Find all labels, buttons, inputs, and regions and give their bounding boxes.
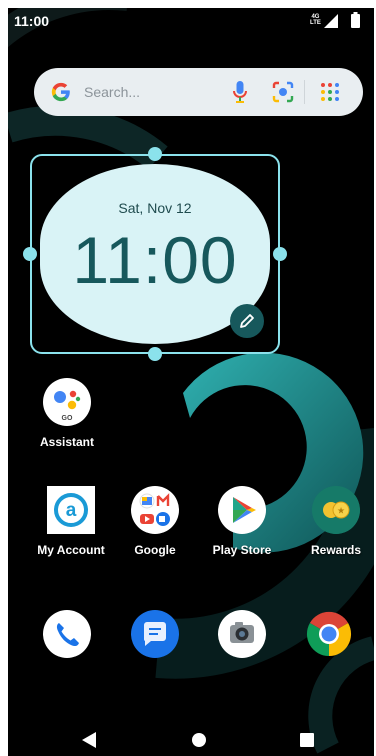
signal-icon [324, 14, 338, 28]
google-folder-icon [131, 486, 179, 534]
app-label: Assistant [39, 435, 95, 449]
dock-camera[interactable] [202, 610, 282, 658]
app-my-account[interactable]: a My Account [31, 486, 111, 557]
home-screen: 11:00 4G LTE Search... Sat, Nov 12 11:00… [8, 8, 374, 756]
resize-handle-bottom[interactable] [148, 347, 162, 361]
app-rewards[interactable]: ★ Rewards [296, 486, 374, 557]
app-label: Play Store [212, 543, 272, 557]
svg-text:★: ★ [337, 507, 345, 517]
microphone-icon[interactable] [232, 80, 248, 104]
network-type-bottom: LTE [310, 20, 321, 26]
google-logo-icon [51, 82, 70, 102]
rewards-icon: ★ [312, 486, 360, 534]
app-play-store[interactable]: Play Store [202, 486, 282, 557]
clock-time: 11:00 [72, 223, 238, 297]
navigation-bar [8, 724, 374, 756]
dock-chrome[interactable] [289, 610, 369, 658]
search-placeholder: Search... [84, 84, 141, 100]
edit-widget-button[interactable] [230, 304, 264, 338]
app-assistant[interactable]: GO Assistant [27, 378, 107, 449]
status-bar: 11:00 4G LTE [8, 8, 374, 38]
home-button[interactable] [192, 733, 206, 747]
app-google-folder[interactable]: Google [115, 486, 195, 557]
camera-icon [218, 610, 266, 658]
resize-handle-left[interactable] [23, 247, 37, 261]
clock-widget[interactable]: Sat, Nov 12 11:00 [23, 147, 287, 361]
app-label: My Account [37, 543, 105, 557]
app-grid-icon[interactable] [320, 82, 340, 102]
search-divider [304, 80, 305, 104]
resize-handle-top[interactable] [148, 147, 162, 161]
battery-icon [351, 12, 360, 28]
app-label: Rewards [310, 543, 362, 557]
assistant-go-badge: GO [62, 415, 73, 422]
play-store-icon [218, 486, 266, 534]
messages-icon [131, 610, 179, 658]
app-label: Google [134, 543, 176, 557]
back-button[interactable] [82, 732, 96, 748]
svg-text:a: a [66, 500, 77, 521]
pencil-icon [240, 314, 254, 328]
network-type-indicator: 4G LTE [310, 14, 321, 26]
clock-date: Sat, Nov 12 [118, 200, 192, 216]
google-search-bar[interactable]: Search... [34, 68, 363, 116]
dock-messages[interactable] [115, 610, 195, 658]
my-account-icon: a [47, 486, 95, 534]
assistant-icon: GO [43, 378, 91, 426]
status-time: 11:00 [14, 13, 50, 29]
dock-phone[interactable] [27, 610, 107, 658]
recents-button[interactable] [300, 733, 314, 747]
chrome-icon [305, 610, 353, 658]
resize-handle-right[interactable] [273, 247, 287, 261]
google-lens-icon[interactable] [271, 80, 295, 104]
phone-icon [43, 610, 91, 658]
